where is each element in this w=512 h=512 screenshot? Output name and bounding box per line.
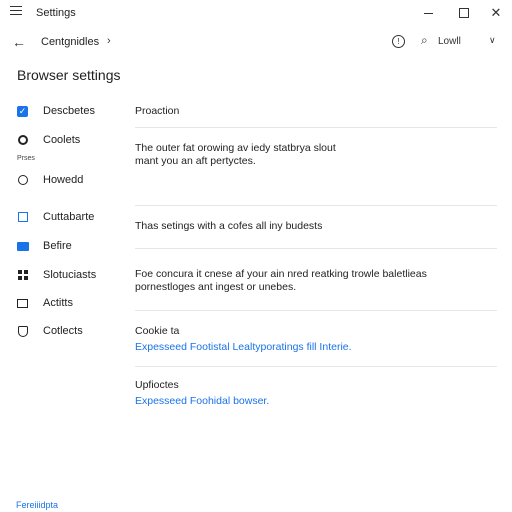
- section-description[interactable]: Thas setings with a cofes all iny budest…: [135, 220, 495, 233]
- sidebar-item-coolets[interactable]: Coolets: [16, 131, 80, 149]
- window-title: Settings: [36, 7, 76, 19]
- section-title-proaction: Proaction: [135, 105, 180, 117]
- description-line: Foe concura it cnese af your ain nred re…: [135, 268, 427, 280]
- chevron-right-icon: ›: [107, 35, 111, 47]
- history-icon: [16, 174, 29, 187]
- updates-link[interactable]: Expesseed Foohidal bowser.: [135, 395, 495, 408]
- minimize-button[interactable]: [418, 4, 438, 22]
- hamburger-menu-icon[interactable]: [10, 6, 22, 18]
- list-icon: [16, 297, 29, 310]
- description-line: The outer fat orowing av iedy statbrya s…: [135, 142, 336, 154]
- maximize-button[interactable]: [454, 4, 474, 22]
- footer-link[interactable]: Fereiiidpta: [16, 500, 58, 510]
- section-description[interactable]: Foe concura it cnese af your ain nred re…: [135, 268, 495, 294]
- close-button[interactable]: ✕: [486, 4, 506, 22]
- folder-icon: [16, 240, 29, 253]
- sidebar-item-slotuciasts[interactable]: Slotuciasts: [16, 266, 96, 284]
- chevron-down-icon[interactable]: ∨: [489, 35, 496, 46]
- divider: [135, 366, 497, 367]
- section-cookies: Cookie ta Expesseed Footistal Lealtypora…: [135, 325, 495, 354]
- sidebar-item-label: Descbetes: [43, 105, 95, 117]
- sidebar-item-howedd[interactable]: Howedd: [16, 171, 83, 189]
- sidebar-item-descbetes[interactable]: ✓ Descbetes: [16, 102, 95, 120]
- navigation-bar: ← Centgnidles › ! ⌕ Lowll ∨: [0, 28, 512, 56]
- section-title: Cookie ta: [135, 325, 180, 337]
- sidebar-item-label: Actitts: [43, 297, 73, 309]
- sidebar-item-label: Cotlects: [43, 325, 83, 337]
- search-label[interactable]: Lowll: [438, 36, 461, 47]
- sidebar-item-befire[interactable]: Befire: [16, 237, 72, 255]
- sidebar-item-label: Howedd: [43, 174, 84, 186]
- description-line: pornestloges ant ingest or unebes.: [135, 281, 297, 293]
- section-updates: Upfioctes Expesseed Foohidal bowser.: [135, 379, 495, 408]
- sidebar-item-label: Slotuciasts: [43, 269, 97, 281]
- sidebar-item-cuttabarte[interactable]: Cuttabarte: [16, 208, 94, 226]
- divider: [135, 127, 497, 128]
- sidebar-item-label: Befire: [43, 240, 72, 252]
- section-description[interactable]: The outer fat orowing av iedy statbrya s…: [135, 142, 495, 168]
- title-bar: Settings ✕: [0, 0, 512, 26]
- info-icon[interactable]: !: [392, 35, 405, 48]
- back-arrow-icon[interactable]: ←: [12, 34, 26, 50]
- grid-icon: [16, 269, 29, 282]
- page-title: Browser settings: [17, 67, 121, 83]
- sidebar-item-cotlects[interactable]: Cotlects: [16, 322, 83, 340]
- shield-icon: [16, 325, 29, 338]
- sidebar-item-label: Cuttabarte: [43, 211, 95, 223]
- cookies-link[interactable]: Expesseed Footistal Lealtyporatings fill…: [135, 341, 495, 354]
- breadcrumb[interactable]: Centgnidles: [41, 36, 99, 48]
- section-title: Upfioctes: [135, 379, 179, 391]
- sidebar-sublabel: Prses: [17, 155, 35, 162]
- sidebar-item-label: Coolets: [43, 134, 81, 146]
- divider: [135, 310, 497, 311]
- description-line: mant you an aft pertyctes.: [135, 155, 256, 167]
- cookie-icon: [16, 134, 29, 147]
- checkbox-icon: ✓: [17, 105, 28, 117]
- divider: [135, 205, 497, 206]
- sidebar-item-actitts[interactable]: Actitts: [16, 294, 73, 312]
- search-icon[interactable]: ⌕: [421, 33, 428, 48]
- divider: [135, 248, 497, 249]
- square-icon: [16, 211, 29, 224]
